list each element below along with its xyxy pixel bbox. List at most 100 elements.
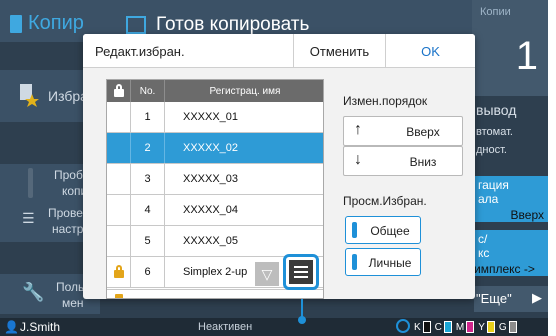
callout-dot bbox=[298, 316, 306, 324]
lock-cell bbox=[107, 102, 131, 132]
auto-label: втомат. bbox=[476, 126, 513, 138]
row-number: 5 bbox=[131, 226, 165, 256]
lock-cell bbox=[107, 257, 131, 287]
app-title-label: Копир bbox=[28, 12, 84, 34]
dialog-title: Редакт.избран. bbox=[95, 44, 185, 59]
dialog-header: Редакт.избран. Отменить OK bbox=[83, 34, 475, 68]
ink-levels: KCMYG bbox=[414, 320, 517, 334]
lock-column-header bbox=[107, 80, 131, 102]
ink-level-bar bbox=[422, 321, 431, 333]
duplex-tile[interactable]: с/ кс имплекс -> bbox=[474, 230, 548, 276]
status-title-label: Готов копировать bbox=[156, 14, 310, 35]
user-icon: 👤 bbox=[4, 320, 19, 334]
menu-icon-bar bbox=[294, 266, 308, 268]
ink-label: G bbox=[498, 321, 507, 333]
row-number: 6 bbox=[131, 257, 165, 287]
user-name: J.Smith bbox=[20, 320, 61, 334]
name-column-header: Регистрац. имя bbox=[209, 85, 281, 97]
ink-label: M bbox=[455, 321, 465, 333]
status-bar: 👤 J.Smith Неактивен K C M Y G bbox=[0, 318, 548, 336]
navigation-tile[interactable]: гация ала Вверх bbox=[474, 176, 548, 222]
row-name: XXXXX_01 bbox=[183, 111, 239, 123]
move-down-button[interactable]: ↓ Вниз bbox=[343, 146, 463, 176]
row-name: Simplex 2-up bbox=[183, 266, 248, 278]
ink-indicator: Y bbox=[478, 320, 495, 334]
wrench-icon: 🔧 bbox=[22, 282, 45, 302]
ready-icon bbox=[126, 16, 146, 34]
duplex-tile-line1: с/ bbox=[478, 232, 488, 246]
edit-favorites-dialog: Редакт.избран. Отменить OK No. Регистрац… bbox=[83, 34, 475, 299]
row-number: 4 bbox=[131, 195, 165, 225]
row-name: XXXXX_03 bbox=[183, 173, 239, 185]
table-row[interactable]: 1 XXXXX_01 bbox=[107, 102, 323, 133]
lock-icon bbox=[113, 84, 124, 97]
ink-level-bar bbox=[486, 321, 495, 333]
common-favorites-toggle[interactable]: Общее bbox=[345, 216, 421, 244]
list-icon: ☰ bbox=[22, 210, 35, 226]
row-number: 1 bbox=[131, 102, 165, 132]
move-down-label: Вниз bbox=[409, 155, 437, 169]
arrow-down-icon: ↓ bbox=[354, 151, 362, 168]
lock-icon bbox=[113, 265, 124, 278]
move-up-label: Вверх bbox=[406, 125, 440, 139]
menu-icon-bar bbox=[294, 276, 308, 278]
triangle-down-icon: ▽ bbox=[261, 265, 273, 282]
copier-icon bbox=[10, 14, 22, 33]
table-row[interactable]: 5 XXXXX_05 bbox=[107, 226, 323, 257]
menu-button[interactable] bbox=[283, 254, 319, 290]
next-row-partial bbox=[107, 289, 323, 298]
lock-icon-partial bbox=[115, 294, 123, 298]
ink-level-bar bbox=[466, 321, 475, 333]
ink-indicator: K bbox=[414, 320, 431, 334]
duplex-tile-line2: кс bbox=[478, 246, 490, 260]
cancel-button[interactable]: Отменить bbox=[293, 34, 385, 68]
ink-level-bar bbox=[508, 321, 517, 333]
density-label: дност. bbox=[476, 144, 507, 156]
copies-label: Копии bbox=[480, 6, 511, 18]
personal-indicator bbox=[352, 254, 357, 270]
personal-favorites-toggle[interactable]: Личные bbox=[345, 248, 421, 276]
app-title: Копир bbox=[10, 12, 84, 35]
ink-level-bar bbox=[443, 321, 452, 333]
row-name: XXXXX_02 bbox=[183, 142, 239, 154]
play-icon: ▶ bbox=[532, 290, 542, 305]
common-indicator bbox=[352, 222, 357, 238]
refresh-icon bbox=[396, 319, 410, 333]
row-number: 2 bbox=[131, 133, 165, 163]
change-order-label: Измен.порядок bbox=[343, 94, 428, 108]
job-state: Неактивен bbox=[198, 321, 253, 333]
scroll-down-button[interactable]: ▽ bbox=[255, 262, 279, 286]
table-row[interactable]: 4 XXXXX_04 bbox=[107, 195, 323, 226]
lock-cell bbox=[107, 195, 131, 225]
table-row[interactable]: 3 XXXXX_03 bbox=[107, 164, 323, 195]
lock-cell bbox=[107, 164, 131, 194]
navigation-tile-line2: ала bbox=[478, 192, 499, 206]
duplex-tile-value: имплекс -> bbox=[474, 262, 535, 276]
copies-value: 1 bbox=[515, 34, 538, 78]
common-label: Общее bbox=[370, 224, 410, 238]
menu-icon-bar bbox=[294, 271, 308, 273]
no-column-header: No. bbox=[131, 80, 165, 102]
more-label: "Еще" bbox=[476, 291, 512, 306]
table-header: No. Регистрац. имя bbox=[107, 80, 323, 102]
table-row[interactable]: 2 XXXXX_02 bbox=[107, 133, 323, 164]
lock-cell bbox=[107, 133, 131, 163]
navigation-tile-value: Вверх bbox=[510, 208, 544, 222]
personal-label: Личные bbox=[368, 256, 412, 270]
row-name: XXXXX_05 bbox=[183, 235, 239, 247]
ink-indicator: G bbox=[499, 320, 517, 334]
more-button[interactable]: "Еще" ▶ bbox=[474, 286, 548, 312]
navigation-tile-line1: гация bbox=[478, 178, 509, 192]
view-favorites-label: Просм.Избран. bbox=[343, 194, 427, 208]
move-up-button[interactable]: ↑ Вверх bbox=[343, 116, 463, 146]
ok-button[interactable]: OK bbox=[385, 34, 475, 68]
ink-label: K bbox=[414, 321, 421, 333]
row-number: 3 bbox=[131, 164, 165, 194]
status-title: Готов копировать bbox=[126, 14, 309, 36]
favorites-icon bbox=[20, 84, 39, 107]
copies-counter[interactable]: Копии 1 bbox=[472, 0, 548, 96]
output-label: вывод bbox=[476, 102, 517, 118]
proof-indicator bbox=[28, 168, 33, 198]
arrow-up-icon: ↑ bbox=[354, 121, 362, 138]
ink-indicator: M bbox=[455, 320, 475, 334]
